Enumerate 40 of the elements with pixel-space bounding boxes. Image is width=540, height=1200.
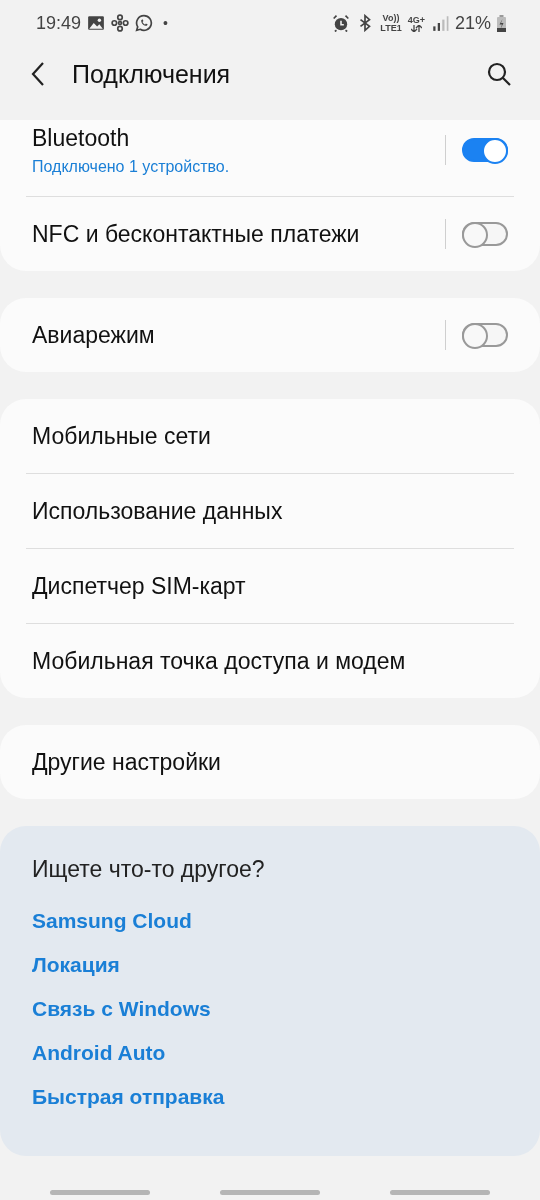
item-label: Другие настройки — [32, 748, 222, 776]
network-label: 4G+ — [407, 14, 425, 25]
nav-handle[interactable] — [220, 1190, 320, 1195]
settings-item[interactable]: Использование данных — [0, 474, 540, 548]
toggle-switch[interactable] — [462, 323, 508, 347]
suggestions-title: Ищете что-то другое? — [32, 856, 266, 883]
data-arrows-icon — [410, 24, 422, 32]
settings-item[interactable]: Мобильные сети — [0, 399, 540, 473]
search-button[interactable] — [486, 61, 512, 87]
settings-item[interactable]: Мобильная точка доступа и модем — [0, 624, 540, 698]
toggle-switch[interactable] — [462, 222, 508, 246]
settings-item[interactable]: NFC и бесконтактные платежи — [0, 197, 540, 271]
item-label: Bluetooth — [32, 124, 131, 152]
settings-item[interactable]: Диспетчер SIM-карт — [0, 549, 540, 623]
item-status: Подключено 1 устройство. — [32, 157, 231, 176]
status-time: 19:49 — [36, 12, 82, 34]
item-label: Диспетчер SIM-карт — [32, 572, 247, 600]
item-label: Мобильные сети — [32, 422, 212, 450]
back-button[interactable] — [30, 61, 46, 87]
item-label: Авиарежим — [32, 321, 156, 349]
toggle-switch[interactable] — [462, 138, 508, 162]
alarm-icon — [332, 14, 351, 32]
nav-handle[interactable] — [390, 1190, 490, 1195]
settings-item[interactable]: Другие настройки — [0, 725, 540, 799]
settings-item[interactable]: Авиарежим — [0, 298, 540, 372]
battery-percent: 21% — [454, 12, 491, 34]
item-label: Мобильная точка доступа и модем — [32, 647, 407, 675]
battery-charging-icon — [497, 14, 506, 32]
flower-icon — [111, 14, 130, 32]
settings-item[interactable]: Bluetooth Подключено 1 устройство. — [0, 120, 540, 196]
image-icon — [87, 14, 106, 32]
item-label: Использование данных — [32, 497, 284, 525]
chat-bubble-icon — [135, 14, 154, 32]
volte-label: Vo)) — [382, 13, 400, 23]
signal-icon — [430, 14, 449, 32]
item-label: NFC и бесконтактные платежи — [32, 220, 361, 248]
notification-dot: • — [163, 15, 168, 31]
nav-handle[interactable] — [50, 1190, 150, 1195]
page-title: Подключения — [72, 59, 232, 89]
lte-label: LTE1 — [380, 23, 402, 33]
